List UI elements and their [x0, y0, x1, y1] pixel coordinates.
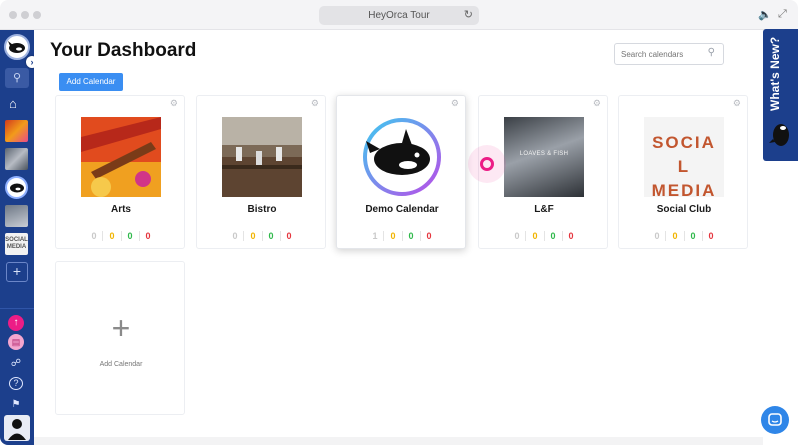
calendar-counts: 0000 [197, 231, 327, 241]
sidebar: › ⚲ ⌂ SOCIAL MEDIA + ↑ ▤ ☍ ? ⚑ [0, 30, 38, 445]
count-green: 0 [683, 231, 702, 241]
sidebar-item-lf[interactable] [5, 205, 28, 227]
address-bar[interactable]: HeyOrca Tour ↻ [319, 6, 479, 25]
count-red: 0 [561, 231, 580, 241]
calendar-image-text: SOCIAL MEDIA [651, 133, 717, 197]
sidebar-item-arts[interactable] [5, 120, 28, 142]
search-icon[interactable]: ⚲ [5, 68, 29, 88]
calendar-counts: 1000 [337, 231, 467, 241]
reload-icon[interactable]: ↻ [464, 6, 473, 25]
calendar-card-social-club[interactable]: ⚙ SOCIAL MEDIA Social Club 0000 [618, 95, 748, 249]
main-content: Your Dashboard Add Calendar ⚲ ⚙ Arts [34, 30, 798, 445]
title-bar: HeyOrca Tour ↻ 🔈 ⤢ [0, 0, 798, 30]
calendar-image-bistro [222, 117, 302, 197]
inbox-icon[interactable]: ▤ [8, 334, 24, 350]
gear-icon[interactable]: ⚙ [311, 98, 319, 109]
calendar-name: Bistro [247, 204, 277, 215]
user-avatar[interactable] [4, 415, 30, 441]
count-red: 0 [701, 231, 720, 241]
count-green: 0 [120, 231, 139, 241]
calendar-image-arts [81, 117, 161, 197]
gear-icon[interactable]: ⚙ [593, 98, 601, 109]
add-calendar-button[interactable]: Add Calendar [59, 73, 123, 91]
count-gray: 0 [514, 231, 520, 241]
calendar-counts: 0000 [56, 231, 186, 241]
count-green: 0 [543, 231, 562, 241]
gear-icon[interactable]: ⚙ [451, 98, 459, 109]
search-calendars[interactable]: ⚲ [614, 43, 724, 65]
window-minimize-button[interactable] [21, 11, 29, 19]
social-thumb-text: SOCIAL MEDIA [5, 237, 28, 250]
search-input[interactable] [621, 47, 703, 61]
fullscreen-icon[interactable]: ⤢ [778, 8, 787, 21]
count-green: 0 [261, 231, 280, 241]
plus-icon[interactable]: + [6, 262, 28, 282]
orca-icon [769, 124, 789, 146]
hotspot-ring-icon [480, 157, 494, 171]
app-window: HeyOrca Tour ↻ 🔈 ⤢ › ⚲ ⌂ SOCIAL MEDIA + … [0, 0, 798, 445]
count-gray: 1 [372, 231, 378, 241]
whats-new-tab[interactable]: What's New? [763, 29, 798, 161]
volume-icon[interactable]: 🔈 [758, 8, 772, 21]
upload-icon[interactable]: ↑ [8, 315, 24, 331]
calendar-image-text: LOAVES & FISH [519, 151, 569, 157]
tour-hotspot[interactable] [468, 145, 506, 183]
count-green: 0 [401, 231, 420, 241]
calendar-counts: 0000 [619, 231, 749, 241]
plus-icon: + [111, 310, 131, 346]
count-yellow: 0 [525, 231, 543, 241]
user-icon [8, 419, 26, 440]
count-red: 0 [419, 231, 438, 241]
sidebar-item-demo-calendar[interactable] [5, 176, 28, 199]
count-red: 0 [138, 231, 157, 241]
sidebar-item-bistro[interactable] [5, 148, 28, 170]
count-red: 0 [279, 231, 298, 241]
count-yellow: 0 [102, 231, 120, 241]
gear-icon[interactable]: ⚙ [170, 98, 178, 109]
add-calendar-label: Add Calendar [99, 361, 143, 368]
count-gray: 0 [232, 231, 238, 241]
address-bar-title: HeyOrca Tour [368, 10, 430, 21]
count-gray: 0 [654, 231, 660, 241]
calendar-image-lf: LOAVES & FISH [504, 117, 584, 197]
bottom-scroll-shadow [34, 437, 763, 445]
gear-icon[interactable]: ⚙ [733, 98, 741, 109]
orca-icon [10, 183, 24, 193]
calendar-name: Arts [110, 204, 131, 215]
chat-icon [768, 413, 782, 426]
chat-button[interactable] [761, 406, 789, 434]
sidebar-divider [0, 308, 34, 309]
bell-icon[interactable]: ⚑ [9, 399, 23, 410]
window-close-button[interactable] [9, 11, 17, 19]
count-yellow: 0 [243, 231, 261, 241]
calendar-image-social: SOCIAL MEDIA [644, 117, 724, 197]
search-icon: ⚲ [707, 47, 715, 58]
count-yellow: 0 [665, 231, 683, 241]
calendar-name: L&F [534, 204, 554, 215]
calendar-card-demo-calendar[interactable]: ⚙ Demo Calendar 1 0 0 0 [336, 95, 466, 249]
count-yellow: 0 [383, 231, 401, 241]
orca-logo-icon [8, 41, 25, 53]
calendar-image-demo [362, 117, 442, 197]
help-icon[interactable]: ? [9, 377, 23, 390]
whats-new-label: What's New? [768, 36, 782, 111]
page-title: Your Dashboard [50, 40, 197, 61]
window-maximize-button[interactable] [33, 11, 41, 19]
count-gray: 0 [91, 231, 97, 241]
calendar-name: Social Club [656, 204, 712, 215]
calendar-name: Demo Calendar [365, 204, 439, 215]
home-icon[interactable]: ⌂ [9, 96, 17, 111]
share-icon[interactable]: ☍ [9, 358, 23, 369]
calendar-card-bistro[interactable]: ⚙ Bistro 0000 [196, 95, 326, 249]
add-calendar-card[interactable]: + Add Calendar [55, 261, 185, 415]
org-avatar[interactable] [4, 34, 30, 60]
calendar-counts: 0000 [479, 231, 609, 241]
calendar-card-arts[interactable]: ⚙ Arts 0000 [55, 95, 185, 249]
sidebar-item-social-club[interactable]: SOCIAL MEDIA [5, 233, 28, 255]
